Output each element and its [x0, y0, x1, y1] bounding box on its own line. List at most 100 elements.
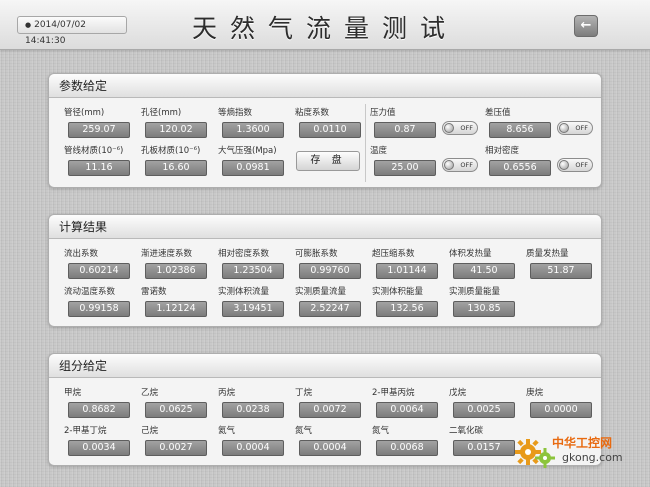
- results-panel-title: 计算结果: [49, 215, 601, 239]
- comp-helium: 氦气 0.0004: [218, 425, 294, 456]
- field-label: 差压值: [485, 108, 511, 118]
- field-value[interactable]: 259.07: [68, 122, 130, 138]
- field-value[interactable]: 0.0004: [299, 440, 361, 456]
- field-value[interactable]: 0.0025: [453, 402, 515, 418]
- result-volume-heat: 体积发热量 41.50: [449, 248, 525, 279]
- field-label: 温度: [370, 146, 388, 156]
- param-orifice-diameter: 孔径(mm) 120.02: [141, 107, 217, 138]
- field-value: 132.56: [376, 301, 438, 317]
- field-label: 氮气: [372, 426, 390, 436]
- field-label: 相对密度系数: [218, 249, 270, 259]
- field-label: 管线材质(10⁻⁶): [64, 146, 124, 156]
- field-label: 2-甲基丁烷: [64, 426, 107, 436]
- field-label: 孔径(mm): [141, 108, 182, 118]
- result-volume-energy: 实测体积能量 132.56: [372, 286, 448, 317]
- field-value[interactable]: 0.0072: [299, 402, 361, 418]
- field-value[interactable]: 0.0034: [68, 440, 130, 456]
- back-button[interactable]: ←: [574, 15, 598, 37]
- field-label: 实测体积能量: [372, 287, 424, 297]
- watermark-url: gkong.com: [562, 451, 623, 464]
- field-value[interactable]: 1.3600: [222, 122, 284, 138]
- comp-pentane: 戊烷 0.0025: [449, 387, 525, 418]
- field-label: 大气压强(Mpa): [218, 146, 277, 156]
- divider: [365, 104, 366, 182]
- field-value[interactable]: 25.00: [374, 160, 436, 176]
- page-title: 天然气流量测试: [191, 14, 458, 43]
- field-value: 41.50: [453, 263, 515, 279]
- field-value[interactable]: 11.16: [68, 160, 130, 176]
- field-label: 己烷: [141, 426, 159, 436]
- comp-hexane: 己烷 0.0027: [141, 425, 217, 456]
- field-value[interactable]: 0.0027: [145, 440, 207, 456]
- result-supercompressibility: 超压缩系数 1.01144: [372, 248, 448, 279]
- watermark-logo: 中华工控网 gkong.com: [512, 430, 642, 475]
- field-value: 0.60214: [68, 263, 130, 279]
- field-label: 甲烷: [64, 388, 82, 398]
- field-value[interactable]: 0.0068: [376, 440, 438, 456]
- comp-nitrogen-b: 氮气 0.0068: [372, 425, 448, 456]
- toggle-label: OFF: [575, 124, 588, 132]
- field-value[interactable]: 0.0157: [453, 440, 515, 456]
- result-volume-flow: 实测体积流量 3.19451: [218, 286, 294, 317]
- field-value: 130.85: [453, 301, 515, 317]
- comp-nitrogen-a: 氮气 0.0004: [295, 425, 371, 456]
- title-bar: ● 2014/07/02 14:41:30 天然气流量测试 ←: [0, 0, 650, 50]
- field-label: 乙烷: [141, 388, 159, 398]
- field-label: 氮气: [295, 426, 313, 436]
- gear-icon: [515, 439, 555, 468]
- field-label: 丁烷: [295, 388, 313, 398]
- field-value[interactable]: 0.0004: [222, 440, 284, 456]
- field-value[interactable]: 120.02: [145, 122, 207, 138]
- field-label: 实测体积流量: [218, 287, 270, 297]
- comp-butane: 丁烷 0.0072: [295, 387, 371, 418]
- field-value[interactable]: 0.0064: [376, 402, 438, 418]
- param-atm-pressure: 大气压强(Mpa) 0.0981: [218, 145, 294, 176]
- param-viscosity: 粘度系数 0.0110: [295, 107, 371, 138]
- params-panel-title: 参数给定: [49, 74, 601, 98]
- field-value[interactable]: 0.0000: [530, 402, 592, 418]
- field-value[interactable]: 0.87: [374, 122, 436, 138]
- components-panel-title: 组分给定: [49, 354, 601, 378]
- comp-methane: 甲烷 0.8682: [64, 387, 140, 418]
- field-value[interactable]: 0.0981: [222, 160, 284, 176]
- param-temperature: 温度 25.00: [370, 145, 446, 176]
- comp-isobutane: 2-甲基丙烷 0.0064: [372, 387, 448, 418]
- field-value[interactable]: 0.8682: [68, 402, 130, 418]
- results-panel: 计算结果 流出系数 0.60214 渐进速度系数 1.02386 相对密度系数 …: [48, 214, 602, 327]
- field-value[interactable]: 16.60: [145, 160, 207, 176]
- field-label: 压力值: [370, 108, 396, 118]
- result-approach-velocity: 渐进速度系数 1.02386: [141, 248, 217, 279]
- param-pipe-diameter: 管径(mm) 259.07: [64, 107, 140, 138]
- toggle-knob: [559, 160, 569, 170]
- relative-density-toggle[interactable]: OFF: [557, 158, 593, 172]
- toggle-label: OFF: [575, 161, 588, 169]
- param-pipe-material: 管线材质(10⁻⁶) 11.16: [64, 145, 140, 176]
- field-label: 2-甲基丙烷: [372, 388, 415, 398]
- field-value[interactable]: 8.656: [489, 122, 551, 138]
- field-value: 1.23504: [222, 263, 284, 279]
- field-label: 流动温度系数: [64, 287, 116, 297]
- param-isentropic-index: 等熵指数 1.3600: [218, 107, 294, 138]
- field-value[interactable]: 0.0110: [299, 122, 361, 138]
- param-plate-material: 孔板材质(10⁻⁶) 16.60: [141, 145, 217, 176]
- field-value[interactable]: 0.0625: [145, 402, 207, 418]
- temperature-toggle[interactable]: OFF: [442, 158, 478, 172]
- watermark-text: 中华工控网: [552, 436, 613, 450]
- diff-pressure-toggle[interactable]: OFF: [557, 121, 593, 135]
- field-value[interactable]: 0.6556: [489, 160, 551, 176]
- field-value: 2.52247: [299, 301, 361, 317]
- field-value: 3.19451: [222, 301, 284, 317]
- field-value: 1.01144: [376, 263, 438, 279]
- save-button[interactable]: 存 盘: [296, 151, 360, 171]
- field-label: 孔板材质(10⁻⁶): [141, 146, 201, 156]
- field-label: 粘度系数: [295, 108, 330, 118]
- field-label: 戊烷: [449, 388, 467, 398]
- result-flow-temp-coef: 流动温度系数 0.99158: [64, 286, 140, 317]
- param-pressure: 压力值 0.87: [370, 107, 446, 138]
- result-reynolds: 雷诺数 1.12124: [141, 286, 217, 317]
- field-value: 1.02386: [145, 263, 207, 279]
- field-label: 体积发热量: [449, 249, 492, 259]
- pressure-toggle[interactable]: OFF: [442, 121, 478, 135]
- field-value[interactable]: 0.0238: [222, 402, 284, 418]
- field-label: 庚烷: [526, 388, 544, 398]
